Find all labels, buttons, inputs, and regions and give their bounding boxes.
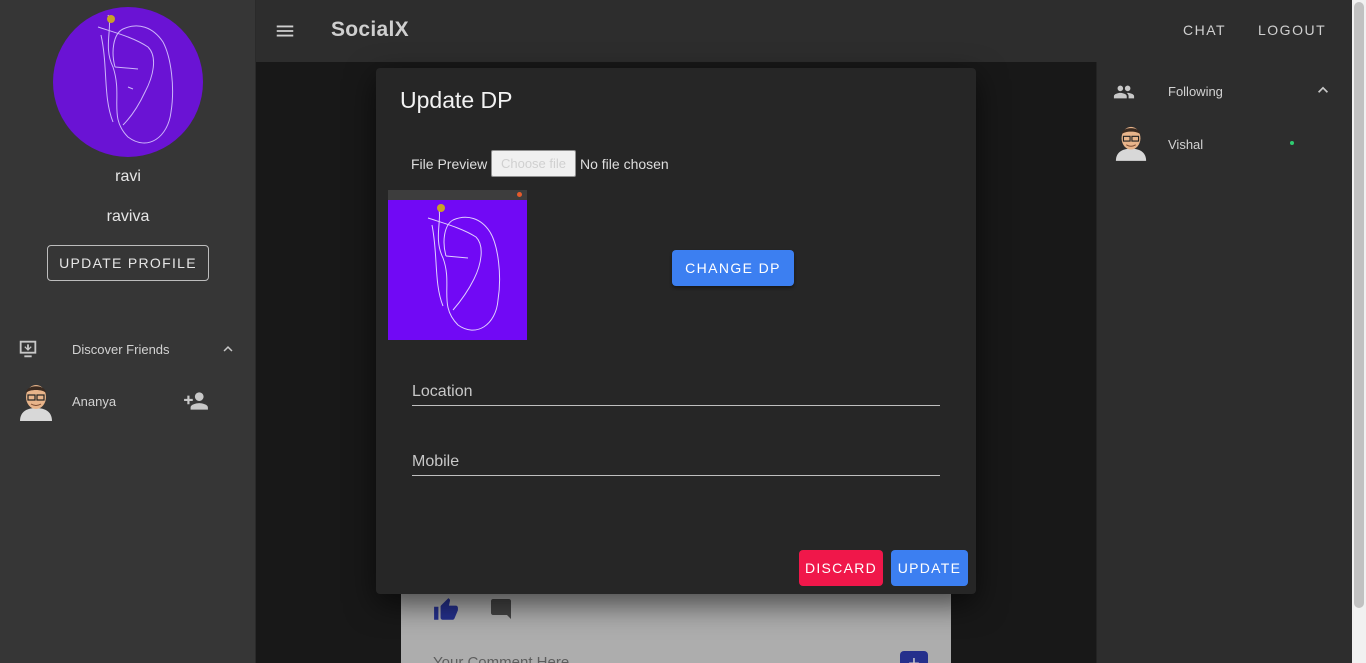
preview-close-dot <box>517 192 522 197</box>
mobile-field <box>412 436 940 476</box>
person-add-icon[interactable] <box>183 388 209 419</box>
change-dp-button[interactable]: CHANGE DP <box>672 250 794 286</box>
choose-file-button[interactable]: Choose file <box>491 150 576 177</box>
menu-icon[interactable] <box>274 20 296 42</box>
dp-preview-image <box>388 190 527 340</box>
avatar-sketch-image <box>97 14 174 144</box>
profile-handle: raviva <box>106 208 150 225</box>
following-title: Following <box>1168 84 1223 99</box>
discover-icon <box>17 338 39 365</box>
following-name: Vishal <box>1168 137 1204 152</box>
friend-avatar <box>18 381 54 426</box>
chat-link[interactable]: CHAT <box>1183 22 1226 38</box>
profile-avatar[interactable] <box>53 7 203 157</box>
left-sidebar: ravi raviva UPDATE PROFILE Discover Frie… <box>0 0 256 663</box>
following-item[interactable]: Vishal <box>1097 122 1353 166</box>
following-header[interactable]: Following <box>1097 76 1353 106</box>
online-status-dot <box>1290 141 1294 145</box>
dialog-title: Update DP <box>400 87 513 113</box>
discover-friends-title: Discover Friends <box>72 342 170 357</box>
chevron-up-icon[interactable] <box>219 340 237 363</box>
right-sidebar: Following Vishal <box>1096 62 1352 663</box>
friend-name: Ananya <box>72 394 117 409</box>
location-field <box>412 366 940 406</box>
discard-button[interactable]: DISCARD <box>799 550 883 586</box>
top-app-bar: SocialX CHAT LOGOUT <box>256 0 1352 62</box>
update-profile-button[interactable]: UPDATE PROFILE <box>47 245 209 281</box>
logout-link[interactable]: LOGOUT <box>1258 22 1326 38</box>
discover-friends-header[interactable]: Discover Friends <box>0 333 256 365</box>
update-button[interactable]: UPDATE <box>891 550 968 586</box>
group-icon <box>1113 81 1135 108</box>
page-scrollbar[interactable] <box>1352 0 1366 663</box>
scrollbar-thumb[interactable] <box>1354 2 1364 608</box>
brand-title[interactable]: SocialX <box>331 18 409 42</box>
discover-friend-item[interactable]: Ananya <box>0 376 256 426</box>
file-preview-label: File Preview <box>411 156 488 172</box>
preview-titlebar <box>388 190 527 200</box>
chevron-up-icon[interactable] <box>1313 80 1333 105</box>
file-status-text: No file chosen <box>580 156 669 172</box>
preview-sketch <box>388 200 527 340</box>
mobile-input[interactable] <box>412 436 940 476</box>
update-dp-dialog: Update DP File Preview Choose file No fi… <box>376 68 976 594</box>
following-avatar <box>1114 122 1148 167</box>
location-input[interactable] <box>412 366 940 406</box>
profile-name: ravi <box>115 168 141 185</box>
